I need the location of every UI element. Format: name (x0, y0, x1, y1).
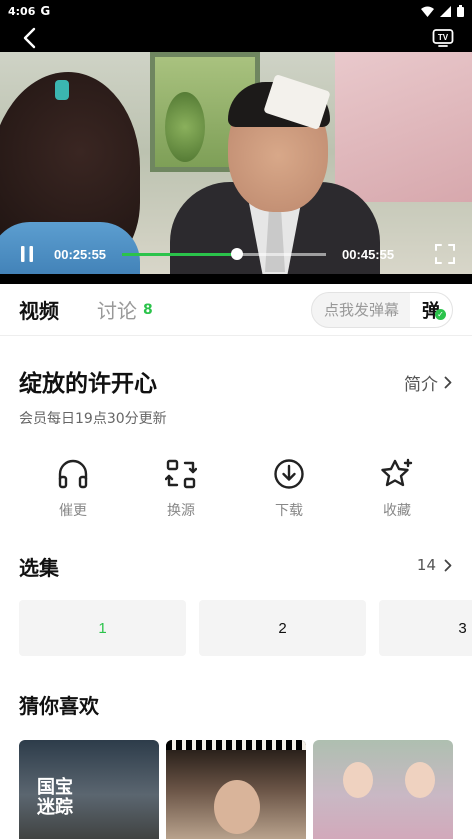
episodes-heading: 选集 (19, 556, 59, 580)
progress-fill (122, 252, 238, 256)
episodes-count: 14 (416, 556, 436, 574)
total-time: 00:45:55 (342, 246, 395, 262)
fullscreen-button[interactable] (432, 241, 458, 267)
google-icon: G (40, 4, 51, 18)
status-icons (421, 5, 464, 17)
battery-icon (457, 5, 464, 17)
episode-item[interactable]: 1 (19, 600, 186, 656)
download-icon (271, 456, 307, 492)
danmu-input[interactable]: 点我发弹幕 (312, 299, 410, 320)
action-label: 换源 (167, 503, 195, 519)
tab-discuss[interactable]: 讨论 (97, 295, 137, 324)
pause-button[interactable] (14, 241, 40, 267)
progress-handle[interactable] (231, 247, 244, 260)
cast-tv-button[interactable]: TV (428, 23, 458, 53)
recommend-poster[interactable]: 国宝 迷踪 (19, 740, 159, 839)
video-player[interactable]: TV 00:25:55 00:45:55 (0, 22, 472, 284)
chevron-left-icon (23, 27, 36, 49)
episode-item[interactable]: 2 (199, 600, 366, 656)
action-label: 下载 (275, 503, 303, 519)
fullscreen-icon (435, 244, 455, 264)
pause-icon (21, 246, 33, 262)
update-info: 会员每日19点30分更新 (19, 411, 167, 427)
switch-source-icon (163, 456, 199, 492)
wifi-icon (421, 6, 434, 17)
discuss-count-badge: 8 (143, 301, 153, 318)
poster-title: 国宝 迷踪 (37, 777, 73, 818)
download-button[interactable]: 下载 (235, 456, 343, 526)
urge-update-button[interactable]: 催更 (19, 456, 127, 526)
danmu-toggle-button[interactable]: 弹 ✓ (410, 292, 452, 327)
recommend-list: 国宝 迷踪 (19, 740, 472, 839)
status-bar: 4:06 G (0, 0, 472, 22)
chevron-right-icon (444, 376, 452, 389)
recommend-poster[interactable] (313, 740, 453, 839)
action-label: 收藏 (383, 503, 411, 519)
intro-label: 简介 (404, 375, 438, 395)
tab-video[interactable]: 视频 (19, 295, 59, 324)
episode-item[interactable]: 3 (379, 600, 472, 656)
show-title: 绽放的许开心 (19, 371, 157, 397)
action-label: 催更 (59, 503, 87, 519)
status-time: 4:06 (8, 4, 36, 18)
signal-icon (440, 5, 451, 17)
content-tabs: 视频 讨论 8 点我发弹幕 弹 ✓ (0, 284, 472, 336)
episode-list: 1 2 3 (19, 600, 472, 658)
star-icon (379, 456, 415, 492)
progress-bar[interactable] (122, 247, 327, 260)
episodes-more-link[interactable]: 14 (417, 556, 452, 574)
recommend-heading: 猜你喜欢 (19, 694, 99, 718)
current-time: 00:25:55 (54, 246, 107, 262)
player-controls: 00:25:55 00:45:55 (0, 232, 472, 276)
svg-text:TV: TV (438, 33, 449, 42)
danmu-bar: 点我发弹幕 弹 ✓ (311, 291, 453, 328)
chevron-right-icon (444, 559, 452, 571)
back-button[interactable] (14, 23, 44, 53)
headphones-icon (55, 456, 91, 492)
recommend-poster[interactable] (166, 740, 306, 839)
favorite-button[interactable]: 收藏 (343, 456, 451, 526)
intro-link[interactable]: 简介 (404, 370, 452, 395)
player-top-bar: TV (0, 22, 472, 54)
switch-source-button[interactable]: 换源 (127, 456, 235, 526)
action-row: 催更 换源 下载 收藏 (0, 456, 472, 526)
tv-cast-icon: TV (432, 29, 454, 47)
check-icon: ✓ (435, 308, 446, 320)
